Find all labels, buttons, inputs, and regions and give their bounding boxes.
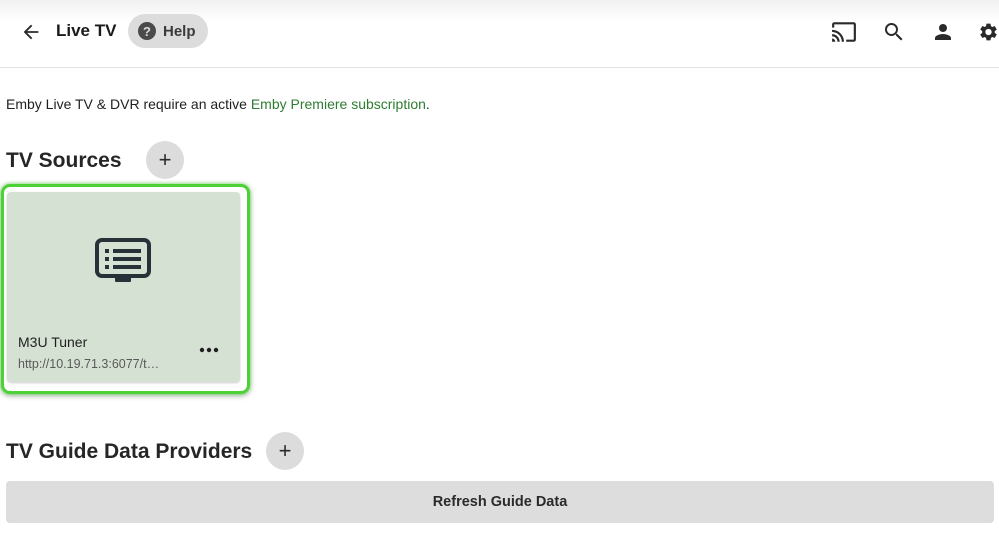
guide-providers-title: TV Guide Data Providers [6, 440, 253, 463]
back-arrow-icon [23, 24, 39, 40]
help-icon: ? [138, 22, 156, 40]
search-button[interactable] [880, 18, 908, 46]
add-guide-provider-button[interactable]: + [266, 432, 304, 470]
tv-source-url: http://10.19.71.3:6077/t… [18, 357, 160, 371]
cast-icon [832, 22, 856, 42]
more-options-button[interactable] [197, 338, 221, 362]
tv-source-name: M3U Tuner [18, 334, 88, 350]
back-button[interactable] [16, 17, 46, 47]
add-tv-source-button[interactable]: + [146, 141, 184, 179]
notice-text: Emby Live TV & DVR require an active [6, 96, 251, 112]
notice-suffix: . [425, 96, 430, 112]
settings-button[interactable] [978, 18, 999, 46]
user-icon [935, 24, 951, 40]
page-title: Live TV [56, 21, 117, 40]
settings-icon [980, 23, 997, 41]
premiere-link[interactable]: Emby Premiere subscription [251, 96, 426, 112]
help-button[interactable]: ? Help [128, 14, 208, 48]
refresh-guide-data-button[interactable]: Refresh Guide Data [6, 481, 994, 523]
help-label: Help [163, 22, 196, 40]
tv-tuner-icon [95, 238, 151, 282]
user-button[interactable] [929, 18, 957, 46]
top-header: Live TV ? Help [0, 0, 999, 68]
more-horiz-icon [199, 347, 219, 353]
tv-source-card[interactable]: M3U Tuner http://10.19.71.3:6077/t… [7, 192, 240, 382]
premiere-notice: Emby Live TV & DVR require an active Emb… [6, 96, 430, 112]
tv-sources-title: TV Sources [6, 149, 122, 172]
cast-button[interactable] [830, 18, 858, 46]
search-icon [885, 23, 903, 41]
